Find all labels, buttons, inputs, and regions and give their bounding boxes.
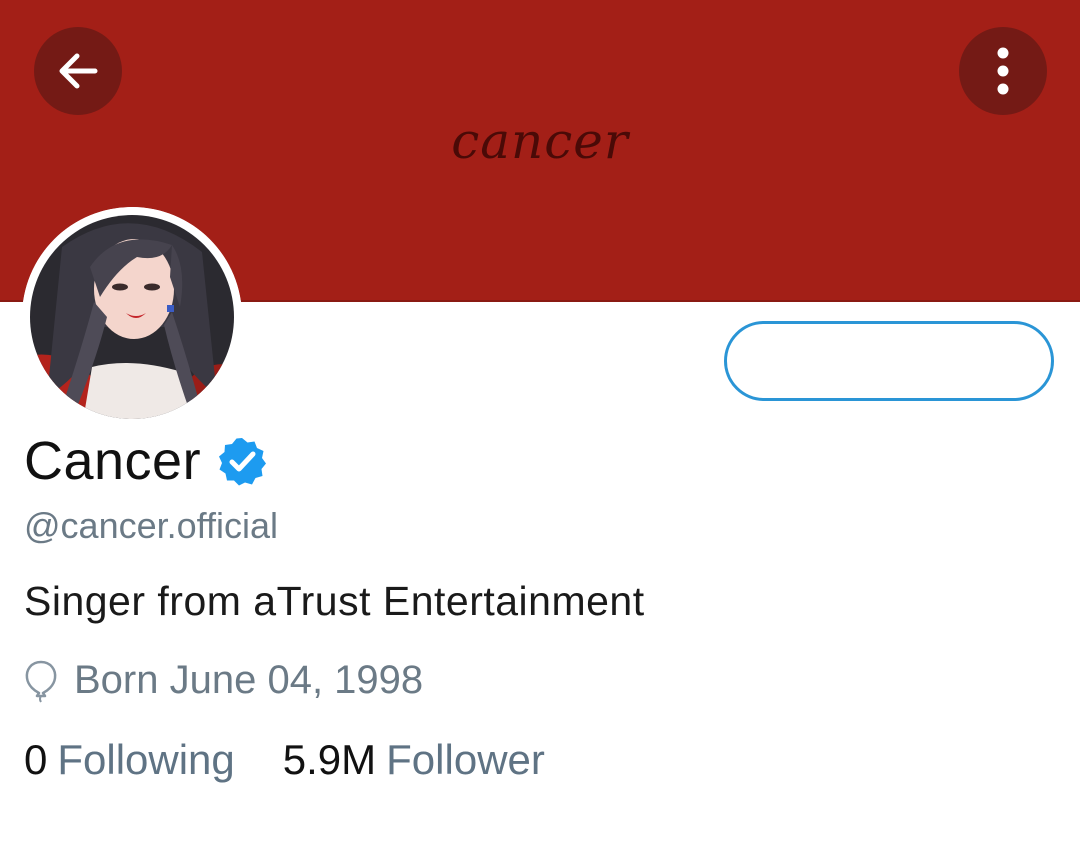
banner-title: cancer	[451, 112, 629, 170]
more-options-button[interactable]	[959, 27, 1047, 115]
followers-count: 5.9M	[282, 736, 377, 783]
profile-page: cancer Cancer @cancer.official Singer fr…	[0, 0, 1080, 856]
balloon-icon	[25, 660, 57, 703]
following-count: 0	[24, 736, 48, 783]
avatar-image	[22, 207, 242, 427]
following-stat[interactable]: 0 Following	[24, 736, 235, 784]
following-label: Following	[57, 736, 235, 783]
followers-label: Follower	[386, 736, 545, 783]
profile-handle: @cancer.official	[24, 505, 279, 546]
display-name: Cancer	[24, 431, 202, 491]
arrow-left-icon	[59, 53, 98, 89]
avatar[interactable]	[22, 207, 242, 427]
birthday-row: Born June 04, 1998	[22, 658, 423, 703]
followers-stat[interactable]: 5.9M Follower	[283, 736, 545, 784]
birthday-text: Born June 04, 1998	[74, 658, 424, 702]
follow-stats: 0 Following 5.9M Follower	[24, 736, 545, 784]
profile-bio: Singer from aTrust Entertainment	[24, 578, 645, 624]
verified-badge-icon	[219, 438, 267, 486]
follow-button[interactable]	[724, 321, 1054, 401]
back-button[interactable]	[34, 27, 122, 115]
more-vertical-icon	[997, 47, 1009, 95]
name-row: Cancer	[24, 430, 267, 492]
